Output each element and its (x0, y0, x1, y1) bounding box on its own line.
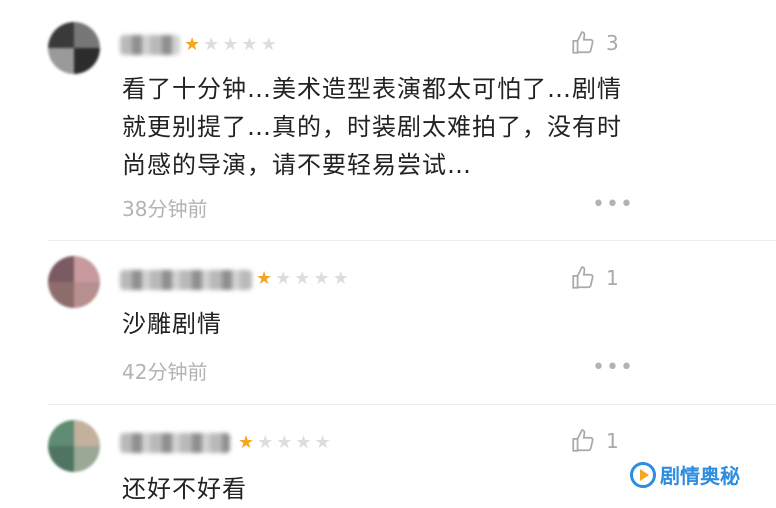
avatar[interactable] (48, 256, 100, 308)
play-circle-icon (630, 461, 656, 488)
star-rating: ★ ★ ★ ★ ★ (256, 269, 349, 289)
star-icon: ★ (260, 34, 277, 55)
star-icon: ★ (295, 432, 312, 453)
like-button[interactable]: 3 (570, 30, 619, 56)
thumbs-up-icon (572, 31, 594, 54)
thumbs-up-icon (572, 429, 594, 452)
star-icon: ★ (238, 432, 255, 453)
comment-time: 38分钟前 (122, 197, 208, 221)
username-blurred[interactable] (120, 35, 180, 55)
thumbs-up-icon (572, 266, 594, 289)
star-icon: ★ (184, 34, 201, 55)
star-icon: ★ (275, 268, 292, 289)
star-rating: ★ ★ ★ ★ ★ (238, 433, 331, 453)
more-options-icon[interactable]: ••• (592, 192, 634, 217)
star-rating: ★ ★ ★ ★ ★ (184, 35, 277, 55)
star-icon: ★ (203, 34, 220, 55)
like-button[interactable]: 1 (570, 265, 619, 291)
comment-time: 42分钟前 (122, 360, 208, 384)
star-icon: ★ (276, 432, 293, 453)
like-count: 3 (606, 31, 619, 55)
star-icon: ★ (314, 432, 331, 453)
star-icon: ★ (222, 34, 239, 55)
avatar[interactable] (48, 420, 100, 472)
more-options-icon[interactable]: ••• (592, 355, 634, 380)
username-blurred[interactable] (120, 270, 252, 290)
avatar[interactable] (48, 22, 100, 74)
comment-text: 看了十分钟…美术造型表演都太可怕了…剧情就更别提了…真的，时装剧太难拍了，没有时… (122, 75, 622, 179)
comment-text: 还好不好看 (122, 475, 247, 503)
star-icon: ★ (332, 268, 349, 289)
like-count: 1 (606, 429, 619, 453)
watermark: 剧情奥秘 (630, 460, 740, 489)
divider (48, 404, 776, 405)
star-icon: ★ (257, 432, 274, 453)
username-blurred[interactable] (120, 433, 230, 453)
watermark-text: 剧情奥秘 (660, 464, 740, 488)
star-icon: ★ (313, 268, 330, 289)
like-count: 1 (606, 266, 619, 290)
star-icon: ★ (241, 34, 258, 55)
star-icon: ★ (256, 268, 273, 289)
comment-text: 沙雕剧情 (122, 310, 222, 338)
like-button[interactable]: 1 (570, 428, 619, 454)
divider (48, 240, 776, 241)
star-icon: ★ (294, 268, 311, 289)
